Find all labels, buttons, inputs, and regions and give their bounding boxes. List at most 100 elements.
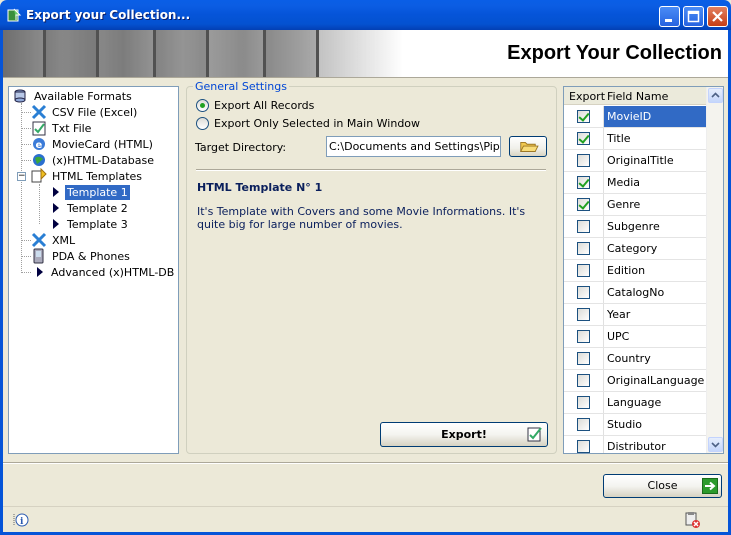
window-title: Export your Collection...: [26, 8, 191, 22]
chevron-down-icon: [711, 442, 720, 448]
tree-item-html-templates[interactable]: HTML Templates: [31, 167, 144, 184]
export-checkbox[interactable]: [577, 132, 590, 145]
field-row[interactable]: Genre: [564, 194, 707, 216]
export-checkbox[interactable]: [577, 308, 590, 321]
tree-item-template-2[interactable]: Template 2: [49, 200, 130, 216]
export-checkbox[interactable]: [577, 352, 590, 365]
column-export[interactable]: Export: [569, 90, 605, 103]
field-name: Country: [603, 348, 707, 370]
format-tree[interactable]: Available Formats CSV File (Excel) Txt F…: [8, 86, 179, 454]
ie-icon: e: [31, 136, 47, 152]
maximize-button[interactable]: [683, 6, 704, 27]
export-checkbox[interactable]: [577, 374, 590, 387]
status-bar: i: [3, 506, 728, 532]
field-row[interactable]: OriginalTitle: [564, 150, 707, 172]
field-name: Category: [603, 238, 707, 260]
field-name: Title: [603, 128, 707, 150]
tree-item-template-1[interactable]: Template 1: [49, 184, 130, 200]
maximize-icon: [687, 10, 700, 23]
field-name: CatalogNo: [603, 282, 707, 304]
target-directory-input[interactable]: C:\Documents and Settings\Pippo\D: [326, 136, 501, 157]
field-name: UPC: [603, 326, 707, 348]
field-list-header: Export Field Name: [564, 87, 707, 105]
radio-button-checked[interactable]: [196, 99, 209, 112]
tree-item-template-3[interactable]: Template 3: [49, 216, 130, 232]
field-list[interactable]: Export Field Name MovieID Title OriginalTi…: [563, 86, 724, 454]
field-row[interactable]: MovieID: [564, 106, 707, 128]
export-checkbox[interactable]: [577, 286, 590, 299]
field-row[interactable]: Category: [564, 238, 707, 260]
field-row[interactable]: Title: [564, 128, 707, 150]
export-button[interactable]: Export!: [380, 422, 548, 447]
radio-export-all[interactable]: Export All Records: [196, 99, 314, 112]
field-row[interactable]: UPC: [564, 326, 707, 348]
field-row[interactable]: CatalogNo: [564, 282, 707, 304]
export-checkbox[interactable]: [577, 396, 590, 409]
vertical-scrollbar[interactable]: [706, 87, 723, 453]
xml-icon: [31, 232, 47, 248]
field-row[interactable]: Country: [564, 348, 707, 370]
tree-item-advanced-xhtml[interactable]: Advanced (x)HTML-DB: [31, 264, 176, 280]
export-checkbox[interactable]: [577, 198, 590, 211]
field-name: Studio: [603, 414, 707, 436]
info-icon[interactable]: i: [13, 512, 29, 528]
arrow-right-icon: [53, 219, 59, 229]
export-checkbox[interactable]: [577, 440, 590, 453]
svg-text:i: i: [20, 517, 24, 527]
minimize-button[interactable]: [659, 6, 680, 27]
template-description: It's Template with Covers and some Movie…: [197, 205, 526, 231]
scroll-down-button[interactable]: [708, 437, 723, 452]
export-checkbox[interactable]: [577, 110, 590, 123]
radio-export-selected[interactable]: Export Only Selected in Main Window: [196, 117, 420, 130]
app-icon: [7, 8, 22, 22]
pda-icon: [31, 248, 47, 264]
export-icon: [527, 427, 542, 442]
target-directory-label: Target Directory:: [195, 141, 287, 154]
field-name: OriginalLanguage: [603, 370, 707, 392]
scroll-up-button[interactable]: [708, 88, 723, 103]
tree-item-xml[interactable]: XML: [31, 232, 77, 248]
close-icon: [712, 11, 723, 22]
export-checkbox[interactable]: [577, 330, 590, 343]
field-row[interactable]: Language: [564, 392, 707, 414]
export-checkbox[interactable]: [577, 242, 590, 255]
field-name: Media: [603, 172, 707, 194]
globe-icon: [31, 152, 47, 168]
arrow-right-icon: [37, 267, 43, 277]
chevron-up-icon: [711, 92, 720, 98]
export-checkbox[interactable]: [577, 154, 590, 167]
database-icon: [13, 88, 29, 104]
radio-button[interactable]: [196, 117, 209, 130]
page-title: Export Your Collection: [507, 42, 722, 64]
export-checkbox[interactable]: [577, 264, 590, 277]
close-button[interactable]: Close: [603, 474, 722, 498]
field-row[interactable]: Subgenre: [564, 216, 707, 238]
field-name: Genre: [603, 194, 707, 216]
tree-item-pda[interactable]: PDA & Phones: [31, 248, 132, 264]
divider: [196, 169, 546, 171]
collapse-toggle[interactable]: −: [17, 172, 26, 181]
tree-item-csv[interactable]: CSV File (Excel): [31, 104, 139, 120]
export-checkbox[interactable]: [577, 220, 590, 233]
tree-item-xhtml-db[interactable]: (x)HTML-Database: [31, 152, 156, 168]
field-name: MovieID: [603, 106, 707, 128]
field-row[interactable]: Media: [564, 172, 707, 194]
field-name: Year: [603, 304, 707, 326]
export-checkbox[interactable]: [577, 176, 590, 189]
column-field-name[interactable]: Field Name: [607, 90, 668, 103]
tree-item-moviecard[interactable]: e MovieCard (HTML): [31, 136, 155, 152]
csv-icon: [31, 104, 47, 120]
field-row[interactable]: Studio: [564, 414, 707, 436]
field-name: Subgenre: [603, 216, 707, 238]
tree-root[interactable]: Available Formats: [13, 88, 134, 104]
close-window-button[interactable]: [707, 6, 728, 27]
field-row[interactable]: OriginalLanguage: [564, 370, 707, 392]
title-bar[interactable]: Export your Collection...: [0, 0, 731, 30]
field-row[interactable]: Distributor: [564, 436, 707, 453]
clipboard-error-icon[interactable]: [683, 511, 701, 529]
field-row[interactable]: Year: [564, 304, 707, 326]
browse-folder-button[interactable]: [509, 136, 547, 157]
field-row[interactable]: Edition: [564, 260, 707, 282]
export-checkbox[interactable]: [577, 418, 590, 431]
tree-item-txt[interactable]: Txt File: [31, 120, 93, 136]
